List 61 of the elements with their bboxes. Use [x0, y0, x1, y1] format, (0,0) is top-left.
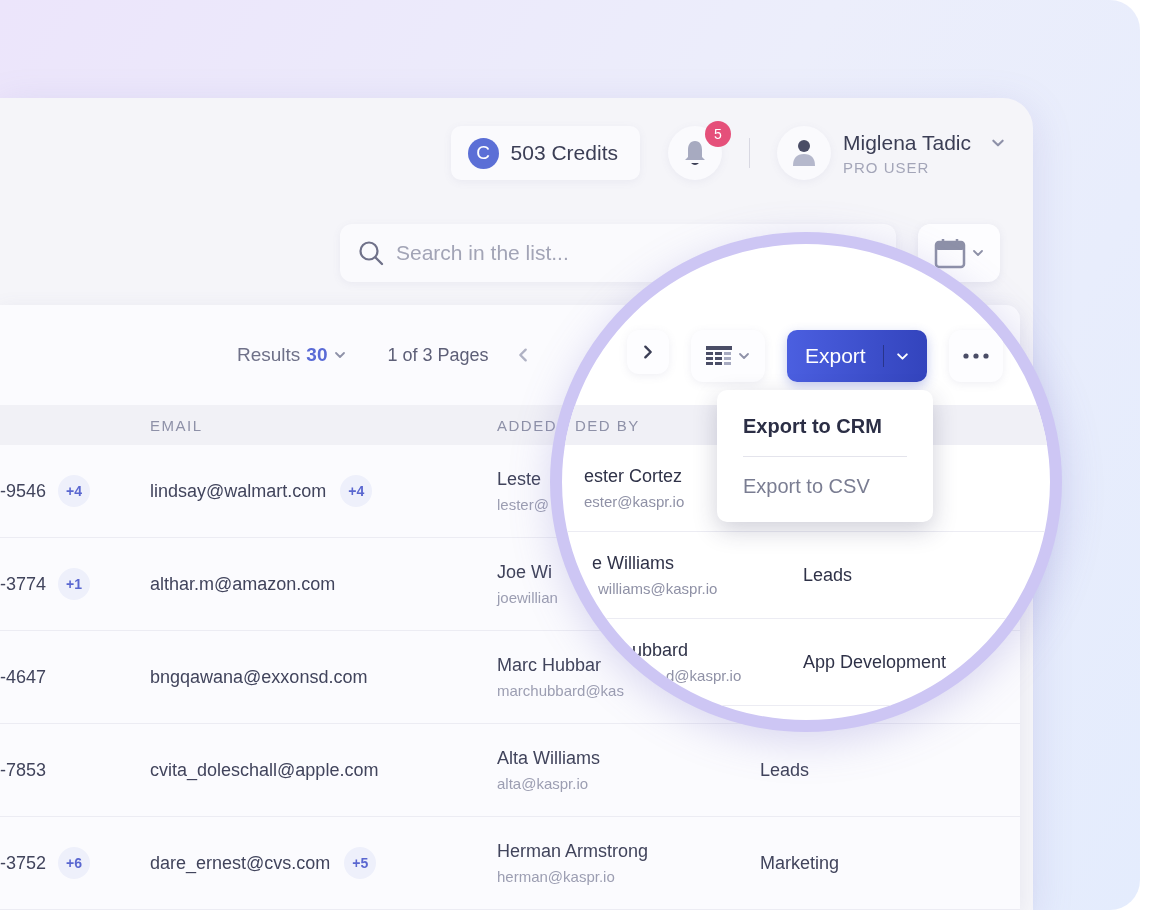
phone-cell: -9546	[0, 480, 47, 502]
added-by-email: herman@kaspr.io	[497, 868, 615, 885]
columns-chevron-icon	[738, 350, 750, 362]
column-header: DED BY	[575, 416, 640, 434]
page-indicator: 1 of 3 Pages	[387, 344, 489, 366]
added-by-email: joewillian	[497, 589, 558, 606]
column-header: ADDED	[497, 416, 557, 434]
calendar-chevron-icon	[972, 247, 984, 259]
added-by-email: ester@kaspr.io	[583, 493, 685, 510]
more-icon	[963, 353, 989, 359]
added-by-email: alta@kaspr.io	[497, 775, 589, 792]
results-dropdown[interactable]: Results 30	[237, 344, 346, 366]
phone-cell: -7853	[0, 759, 47, 781]
list-cell: Marketing	[760, 852, 840, 874]
added-by-email: d@kaspr.io	[665, 667, 742, 684]
results-chevron-icon	[333, 349, 346, 361]
extra-count[interactable]: +5	[344, 847, 377, 879]
menu-item[interactable]: Export to CSV	[743, 456, 907, 516]
calendar-icon	[934, 237, 966, 269]
credits-pill[interactable]: C 503 Credits	[450, 126, 640, 180]
email-cell: bngqawana@exxonsd.com	[150, 666, 368, 688]
added-by-name: Marc Hubbar	[497, 655, 602, 676]
table-columns-icon	[706, 346, 732, 366]
notification-count: 5	[704, 121, 731, 147]
added-by-email: lester@	[497, 496, 549, 513]
phone-cell: -3774	[0, 573, 47, 595]
added-by-name: Alta Williams	[497, 748, 600, 769]
menu-item[interactable]: Export to CRM	[743, 396, 907, 456]
user-name: Miglena Tadic	[842, 130, 971, 155]
added-by-name: e Williams	[591, 553, 674, 574]
extra-count[interactable]: +4	[340, 475, 373, 507]
extra-count[interactable]: +4	[58, 475, 91, 507]
email-cell: althar.m@amazon.com	[150, 573, 336, 595]
extra-count[interactable]: +1	[58, 568, 91, 600]
more-button[interactable]	[949, 330, 1003, 382]
list-cell: Leads	[803, 564, 853, 586]
credits-coin: C	[467, 137, 499, 169]
phone-cell: -4647	[0, 666, 47, 688]
email-cell: cvita_doleschall@apple.com	[150, 759, 379, 781]
added-by-name: ubbard	[631, 640, 689, 661]
user-icon	[791, 139, 816, 167]
phone-cell: -3752	[0, 852, 47, 874]
email-cell: dare_ernest@cvs.com	[150, 852, 331, 874]
added-by-name: Leste	[497, 469, 542, 490]
date-filter-button[interactable]	[918, 224, 1000, 282]
added-by-email: marchubbard@kas	[497, 682, 624, 699]
credits-label: 503 Credits	[510, 141, 618, 165]
columns-button[interactable]	[691, 330, 765, 382]
added-by-email: williams@kaspr.io	[597, 580, 718, 597]
extra-count[interactable]: +6	[58, 847, 91, 879]
search-icon	[358, 240, 384, 266]
added-by-name: ester Cortez	[583, 466, 683, 487]
list-cell: Leads	[760, 759, 810, 781]
email-cell: lindsay@walmart.com	[150, 480, 327, 502]
list-cell: App Development	[803, 651, 947, 673]
export-button[interactable]: Export	[787, 330, 927, 382]
added-by-name: Herman Armstrong	[497, 841, 649, 862]
next-page-button[interactable]	[627, 330, 669, 374]
column-header: EMAIL	[150, 416, 203, 434]
added-by-name: Joe Wi	[497, 562, 552, 583]
user-role: PRO USER	[842, 158, 931, 176]
